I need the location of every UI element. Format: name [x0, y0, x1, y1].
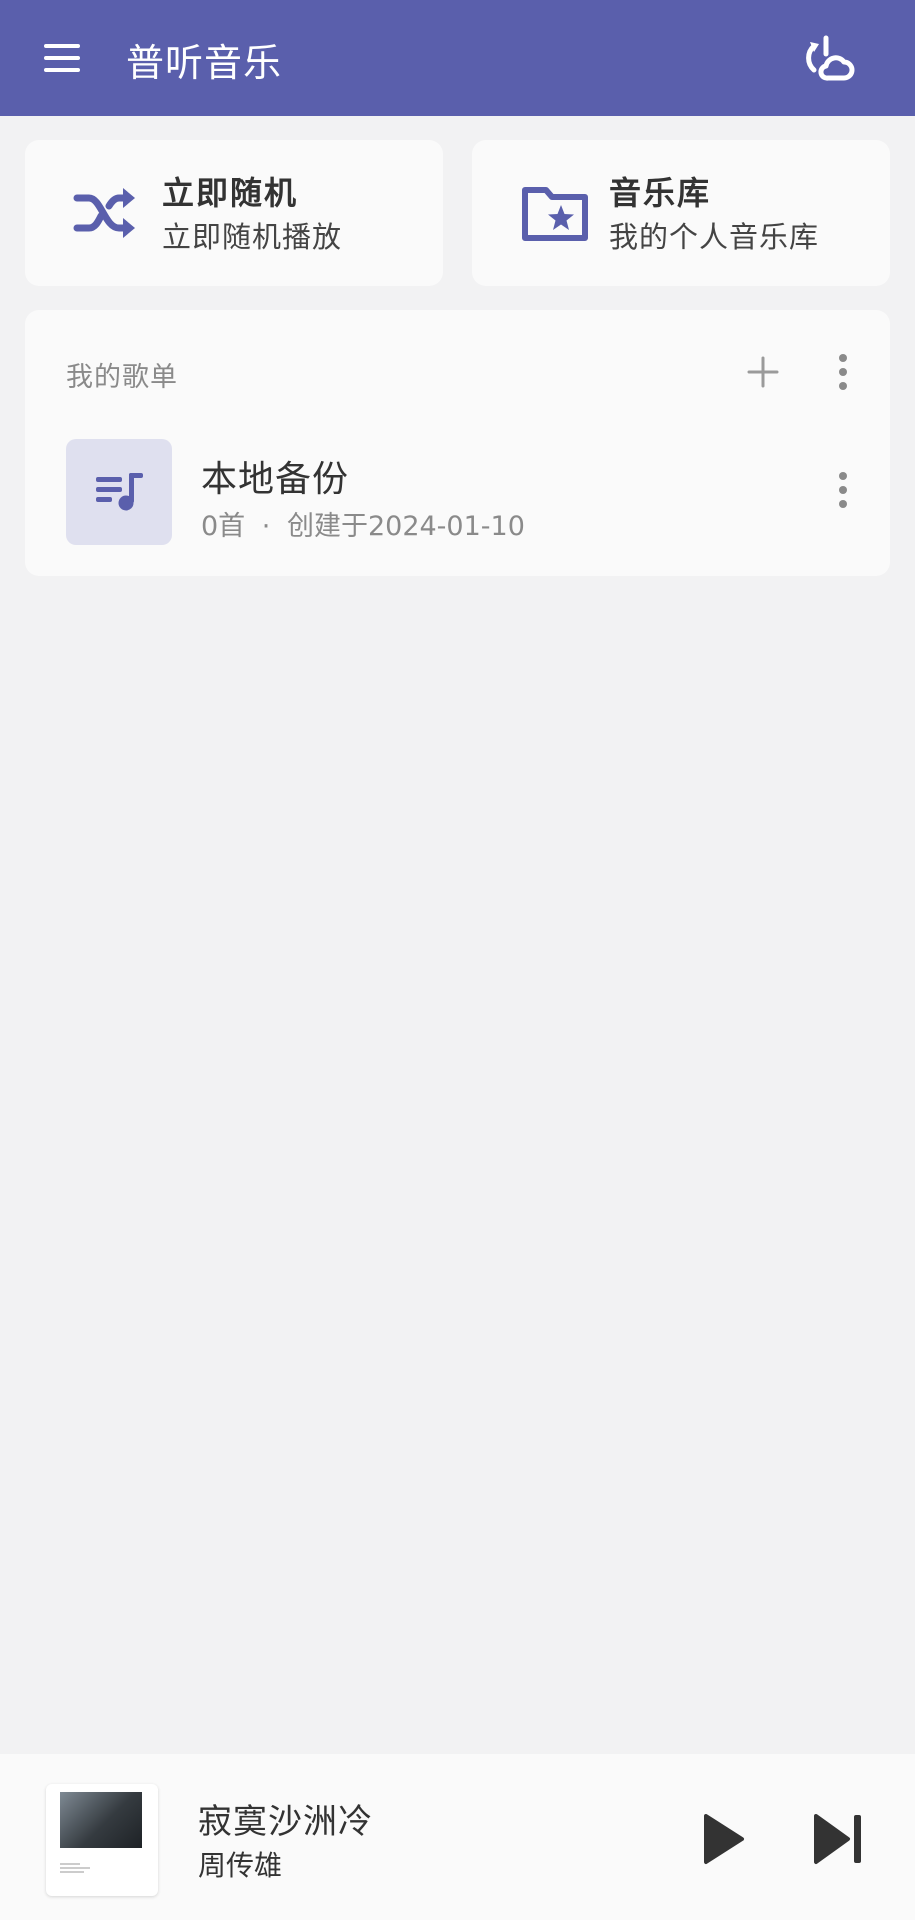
playlist-row[interactable]: 本地备份 0首 · 创建于2024-01-10 — [25, 426, 890, 546]
folder-star-icon — [520, 178, 590, 248]
now-playing-cover[interactable] — [46, 1784, 158, 1896]
playlist-song-count: 0首 — [201, 511, 246, 542]
playlist-cover — [66, 439, 172, 545]
playlist-meta: 0首 · 创建于2024-01-10 — [201, 504, 525, 543]
playlist-more-icon[interactable] — [825, 470, 861, 510]
playlist-name: 本地备份 — [201, 459, 350, 500]
shuffle-subtitle: 立即随机播放 — [162, 220, 343, 254]
my-playlists-card: 我的歌单 本地备份 0首 · 创建于2024-01-10 — [25, 310, 890, 576]
shuffle-all-card[interactable]: 立即随机 立即随机播放 — [25, 140, 443, 286]
add-playlist-icon[interactable] — [743, 352, 783, 392]
now-playing-artist: 周传雄 — [198, 1849, 283, 1882]
menu-icon[interactable] — [42, 40, 84, 76]
playlist-meta-separator: · — [261, 511, 271, 542]
playlists-more-icon[interactable] — [825, 352, 861, 392]
shuffle-title: 立即随机 — [162, 174, 299, 212]
album-art-image — [60, 1792, 142, 1848]
mini-player: 寂寞沙洲冷 周传雄 — [0, 1754, 915, 1920]
cloud-sync-icon[interactable] — [800, 30, 856, 86]
skip-next-icon[interactable] — [812, 1812, 868, 1866]
playlist-music-icon — [96, 473, 143, 511]
shuffle-icon — [71, 178, 141, 248]
library-title: 音乐库 — [609, 174, 712, 212]
library-subtitle: 我的个人音乐库 — [609, 220, 820, 254]
playlists-header: 我的歌单 — [66, 362, 178, 393]
music-library-card[interactable]: 音乐库 我的个人音乐库 — [472, 140, 890, 286]
app-title: 普听音乐 — [126, 41, 283, 85]
album-art-caption — [60, 1863, 90, 1873]
now-playing-title[interactable]: 寂寞沙洲冷 — [198, 1794, 373, 1843]
playlist-created-date: 创建于2024-01-10 — [286, 511, 525, 542]
app-bar: 普听音乐 — [0, 0, 915, 116]
play-icon[interactable] — [700, 1812, 746, 1866]
